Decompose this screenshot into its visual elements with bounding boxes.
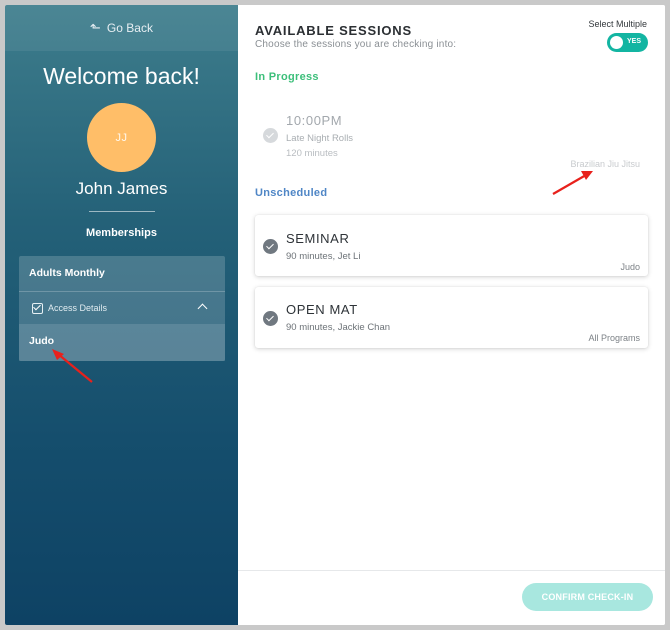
go-back-label: Go Back: [106, 21, 153, 35]
memberships-heading: Memberships: [86, 227, 157, 239]
footer-divider: [238, 570, 665, 571]
session-title: OPEN MAT: [286, 302, 358, 317]
session-program: Brazilian Jiu Jitsu: [570, 159, 640, 169]
session-subtitle: 90 minutes, Jet Li: [286, 251, 361, 262]
confirm-check-in-button[interactable]: CONFIRM CHECK-IN: [522, 583, 653, 611]
check-circle-icon: [263, 311, 278, 326]
page-title: AVAILABLE SESSIONS: [255, 23, 412, 38]
session-program: All Programs: [588, 333, 640, 343]
session-card-open-mat[interactable]: OPEN MAT 90 minutes, Jackie Chan All Pro…: [255, 287, 648, 348]
back-arrow-icon: ⬑: [90, 20, 101, 35]
session-title: SEMINAR: [286, 231, 350, 246]
avatar: JJ: [87, 103, 156, 172]
session-title: 10:00PM: [286, 113, 343, 128]
page-subtitle: Choose the sessions you are checking int…: [255, 39, 457, 50]
select-multiple-toggle[interactable]: YES: [607, 33, 648, 52]
user-name: John James: [75, 179, 168, 198]
check-circle-icon: [263, 128, 278, 143]
chevron-up-icon[interactable]: [197, 303, 208, 314]
toggle-text: YES: [627, 38, 642, 45]
member-sidebar: ⬑ Go Back Welcome back! JJ John James Me…: [5, 5, 238, 625]
sessions-panel: AVAILABLE SESSIONS Choose the sessions y…: [238, 5, 665, 625]
toggle-knob: [610, 36, 623, 49]
session-subtitle: Late Night Rolls: [286, 133, 354, 144]
checkin-window: ⬑ Go Back Welcome back! JJ John James Me…: [5, 5, 665, 625]
access-details-label: Access Details: [48, 303, 108, 313]
access-details-toggle[interactable]: Access Details: [19, 292, 225, 324]
select-multiple-label: Select Multiple: [588, 19, 647, 29]
membership-name: Adults Monthly: [29, 267, 105, 279]
welcome-heading: Welcome back!: [43, 63, 200, 89]
session-program: Judo: [620, 262, 640, 272]
in-progress-heading: In Progress: [255, 71, 319, 83]
membership-card: Adults Monthly Access Details Judo: [19, 256, 225, 361]
program-label: Judo: [29, 335, 55, 347]
session-subtitle: 90 minutes, Jackie Chan: [286, 322, 391, 333]
checkbox-icon: [32, 302, 43, 314]
divider: [89, 211, 155, 212]
check-circle-icon: [263, 239, 278, 254]
go-back-button[interactable]: ⬑ Go Back: [5, 5, 238, 51]
session-card-seminar[interactable]: SEMINAR 90 minutes, Jet Li Judo: [255, 215, 648, 276]
session-card-late-night-rolls[interactable]: 10:00PM Late Night Rolls 120 minutes Bra…: [255, 97, 648, 177]
session-duration: 120 minutes: [286, 148, 338, 159]
unscheduled-heading: Unscheduled: [255, 187, 328, 199]
program-item: Judo: [19, 324, 225, 361]
